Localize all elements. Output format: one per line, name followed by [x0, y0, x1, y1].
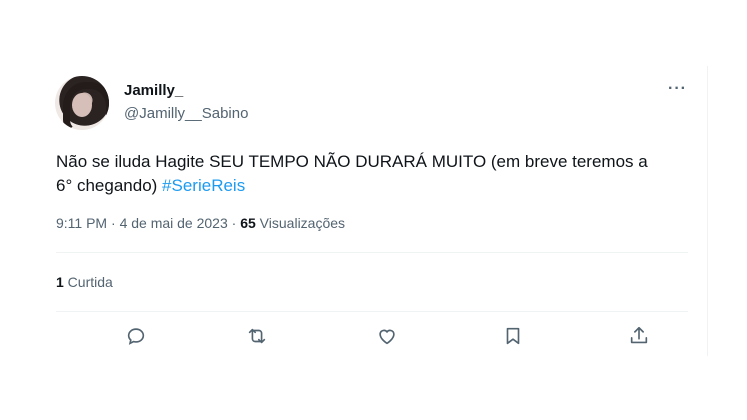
divider — [56, 252, 688, 253]
avatar[interactable] — [55, 76, 109, 130]
views-count: 65 — [240, 215, 256, 231]
avatar-face — [72, 93, 92, 117]
tweet-card: Jamilly_ @Jamilly__Sabino ··· Não se ilu… — [40, 60, 708, 360]
action-bar — [56, 325, 688, 353]
views-label: Visualizações — [255, 215, 346, 231]
user-handle[interactable]: @Jamilly__Sabino — [124, 105, 248, 122]
tweet-time[interactable]: 9:11 PM — [56, 215, 107, 231]
tweet-body: Não se iluda Hagite SEU TEMPO NÃO DURARÁ… — [56, 152, 648, 195]
hashtag-link[interactable]: #SerieReis — [162, 176, 245, 195]
bookmark-icon[interactable] — [502, 325, 526, 349]
tweet-meta: 9:11 PM · 4 de mai de 2023 · 65 Visualiz… — [56, 215, 345, 231]
meta-separator: · — [107, 215, 120, 231]
display-name[interactable]: Jamilly_ — [124, 82, 183, 99]
reply-icon[interactable] — [125, 325, 149, 349]
likes-label: Curtida — [63, 274, 113, 290]
like-icon[interactable] — [376, 325, 400, 349]
divider — [56, 311, 688, 312]
retweet-icon[interactable] — [246, 325, 270, 349]
tweet-date[interactable]: 4 de mai de 2023 — [120, 215, 228, 231]
likes-count: 1 — [56, 274, 64, 290]
meta-separator: · — [227, 215, 241, 231]
tweet-text: Não se iluda Hagite SEU TEMPO NÃO DURARÁ… — [56, 150, 656, 198]
share-icon[interactable] — [628, 325, 652, 349]
likes-link[interactable]: 1 Curtida — [56, 274, 113, 290]
more-options-icon[interactable]: ··· — [668, 80, 687, 98]
